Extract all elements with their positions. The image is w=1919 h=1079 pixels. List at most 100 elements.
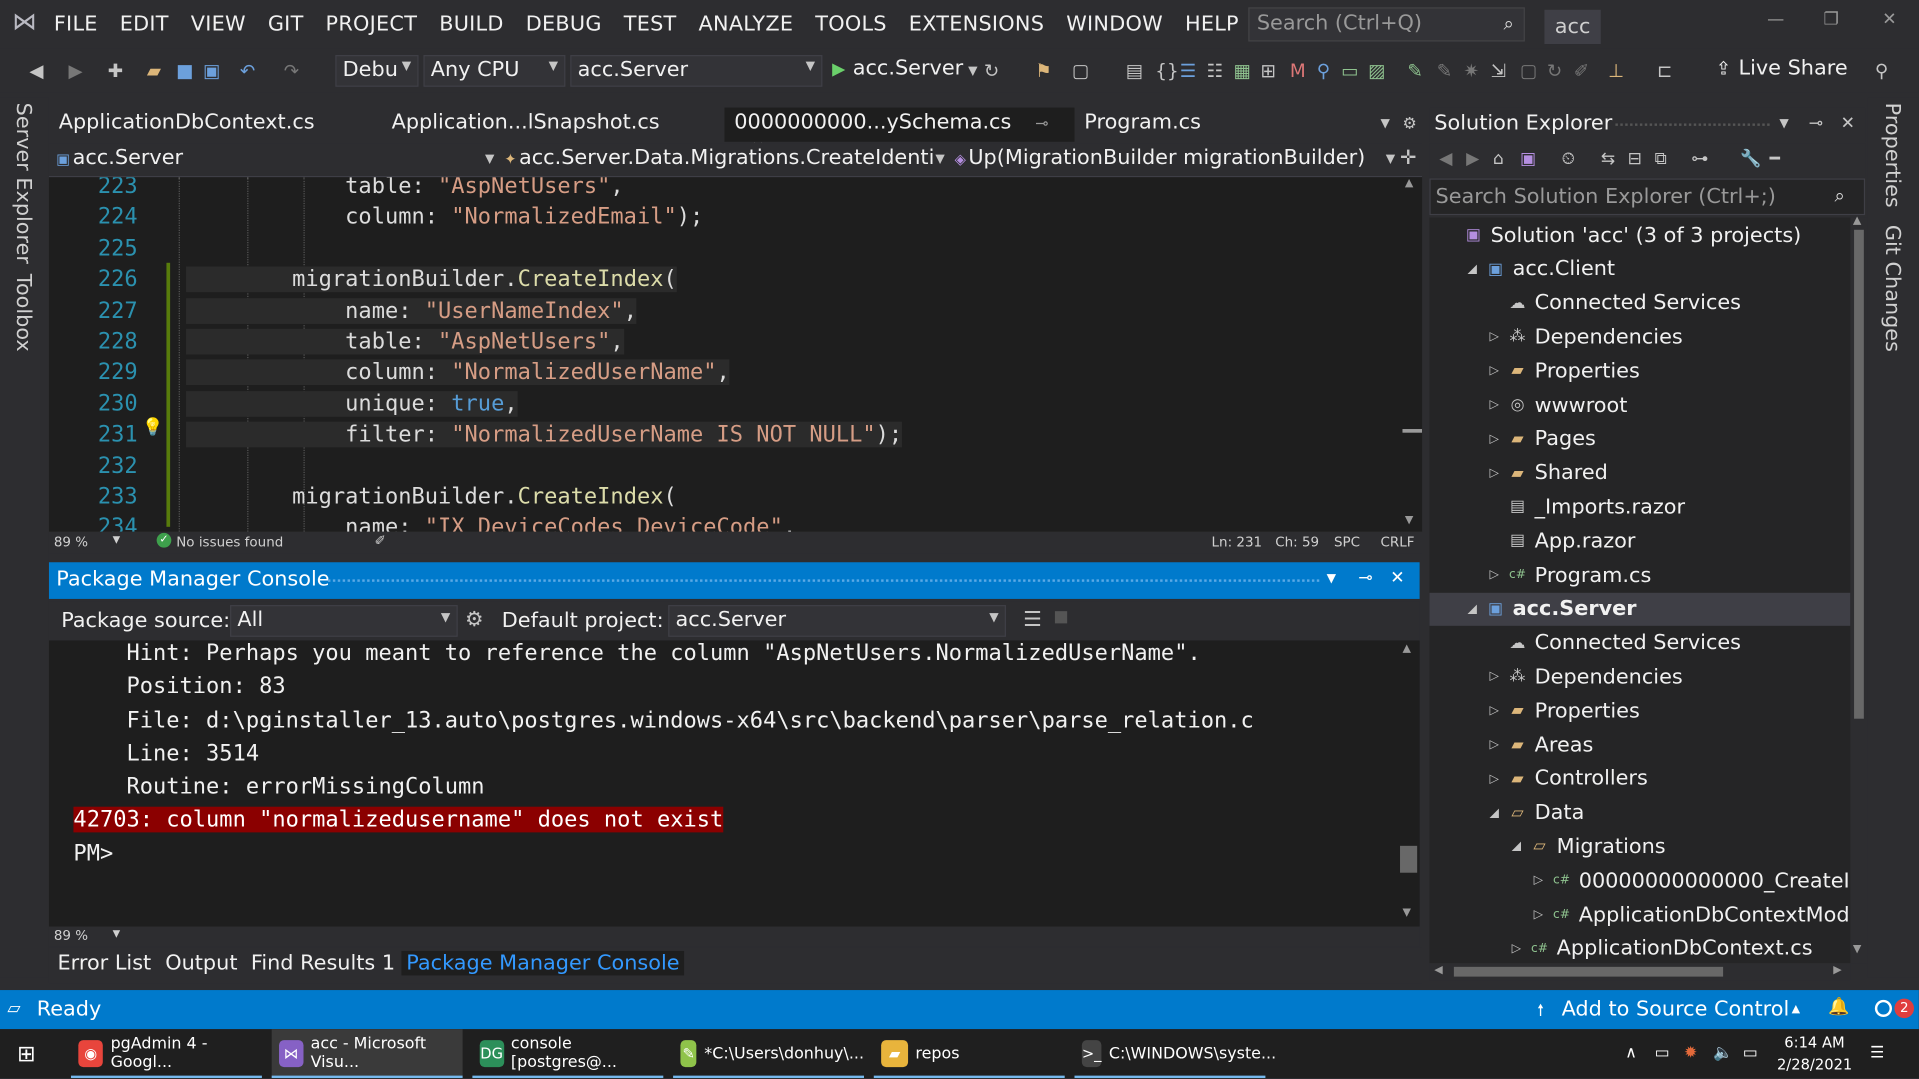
default-project-select[interactable]: acc.Server ▼	[668, 605, 1006, 637]
toggle-breakpoint-icon[interactable]: ▤	[1126, 60, 1143, 82]
pin-icon[interactable]: ⊸	[1809, 114, 1823, 134]
collapse-all-icon[interactable]: ⊟	[1628, 149, 1642, 169]
tab-application-snapshot[interactable]: Application...lSnapshot.cs	[382, 108, 720, 142]
maximize-icon[interactable]: ❐	[1823, 10, 1838, 30]
tree-node[interactable]: ▷ ▰ Properties	[1483, 355, 1640, 388]
switch-views-icon[interactable]: ▣	[1520, 149, 1536, 169]
notification-count-badge[interactable]: 2	[1894, 998, 1915, 1019]
preview-icon[interactable]: ━	[1770, 149, 1780, 169]
menu-tools[interactable]: TOOLS	[815, 12, 886, 36]
action-center-icon[interactable]: ☰	[1870, 1044, 1884, 1062]
tree-vertical-scrollbar[interactable]: ▲ ▼	[1850, 215, 1868, 964]
stop-icon[interactable]	[1054, 611, 1068, 624]
toolbox-tab[interactable]: Toolbox	[11, 274, 35, 352]
tree-node[interactable]: ▷ c# 00000000000000_CreateIde	[1527, 864, 1851, 897]
settings-gear-icon[interactable]: ⚙	[1402, 115, 1416, 133]
code-line[interactable]: table: "AspNetUsers",	[186, 328, 624, 355]
forward-icon[interactable]: ▶	[69, 60, 83, 82]
startup-project-select[interactable]: acc.Server ▼	[570, 55, 823, 87]
braces-icon[interactable]: {}	[1155, 60, 1178, 82]
bookmark-icon[interactable]: ▦	[1234, 60, 1251, 82]
visual-studio-logo-icon[interactable]: ⋈	[12, 7, 41, 34]
collapsed-arrow-icon[interactable]: ▷	[1483, 568, 1505, 581]
code-line[interactable]: column: "NormalizedUserName",	[186, 359, 730, 386]
taskbar-app[interactable]: ◉ pgAdmin 4 - Googl...	[70, 1029, 262, 1079]
live-share-button[interactable]: ⇪ Live Share	[1716, 56, 1848, 80]
code-line[interactable]: name: "IX_DeviceCodes_DeviceCode",	[186, 515, 796, 532]
back-icon[interactable]: ◀	[1439, 149, 1452, 169]
align-icon[interactable]: ⊥	[1608, 60, 1624, 82]
add-to-source-control-button[interactable]: Add to Source Control	[1562, 997, 1790, 1021]
menu-analyze[interactable]: ANALYZE	[699, 12, 794, 36]
tab-program-cs[interactable]: Program.cs	[1074, 108, 1270, 142]
step-icon[interactable]: ▢	[1072, 60, 1089, 82]
clock-time[interactable]: 6:14 AM	[1784, 1034, 1844, 1051]
git-changes-tab[interactable]: Git Changes	[1880, 225, 1904, 352]
quick-launch-search[interactable]: Search (Ctrl+Q) ⌕	[1248, 7, 1525, 42]
export-icon[interactable]: ⇲	[1491, 60, 1506, 82]
editor-zoom-select[interactable]: 89 %	[54, 534, 88, 550]
new-project-icon[interactable]: ✚	[108, 60, 123, 82]
pending-changes-icon[interactable]: ⏲	[1562, 149, 1575, 169]
collapsed-arrow-icon[interactable]: ▷	[1527, 874, 1549, 887]
member-nav-select[interactable]: ◈ Up(MigrationBuilder migrationBuilder) ▼	[955, 145, 1396, 174]
markdown-icon[interactable]: M	[1290, 60, 1306, 82]
expanded-arrow-icon[interactable]: ◢	[1461, 602, 1483, 615]
volume-muted-icon[interactable]: 🔈	[1713, 1044, 1733, 1062]
expanded-arrow-icon[interactable]: ◢	[1483, 806, 1505, 819]
scroll-up-icon[interactable]: ▲	[1405, 177, 1413, 189]
taskbar-app[interactable]: ⋈ acc - Microsoft Visu...	[271, 1029, 463, 1079]
brush-icon[interactable]: ✐	[1574, 60, 1589, 82]
menu-debug[interactable]: DEBUG	[526, 12, 602, 36]
image-icon[interactable]: ▨	[1368, 60, 1385, 82]
tree-node[interactable]: ▤ App.razor	[1483, 525, 1635, 558]
tab-list-chevron-icon[interactable]: ▼	[1380, 117, 1389, 130]
tree-node[interactable]: ◢ ▱ Data	[1483, 796, 1585, 829]
pin-icon[interactable]: ⊸	[1358, 568, 1372, 588]
panel-menu-chevron-icon[interactable]: ▼	[1779, 117, 1788, 130]
pin-icon[interactable]: ⊸	[1035, 115, 1048, 133]
clear-console-icon[interactable]: ☰	[1023, 607, 1042, 631]
tree-node[interactable]: ▷ ▰ Pages	[1483, 423, 1596, 456]
tray-chevron-up-icon[interactable]: ∧	[1625, 1044, 1637, 1062]
save-all-icon[interactable]: ▣	[203, 60, 220, 82]
brush-icon[interactable]: ✐	[374, 533, 385, 549]
battery-icon[interactable]: ▭	[1655, 1044, 1670, 1062]
tab-package-manager-console[interactable]: Package Manager Console	[401, 950, 685, 976]
format-icon[interactable]: ⊞	[1261, 60, 1276, 82]
tray-app-icon[interactable]: ✹	[1684, 1044, 1697, 1062]
start-debugging-button[interactable]: ▶ acc.Server ▼	[832, 56, 977, 80]
menu-build[interactable]: BUILD	[439, 12, 503, 36]
taskbar-app[interactable]: ✎ *C:\Users\donhuy\...	[673, 1029, 865, 1079]
tab-error-list[interactable]: Error List	[58, 951, 152, 975]
scroll-down-icon[interactable]: ▼	[1405, 515, 1413, 527]
menu-edit[interactable]: EDIT	[120, 12, 169, 36]
collapsed-arrow-icon[interactable]: ▷	[1483, 704, 1505, 717]
rotate-icon[interactable]: ↻	[1547, 60, 1562, 82]
home-icon[interactable]: ⌂	[1493, 149, 1504, 169]
layout-icon[interactable]: ⊏	[1657, 60, 1672, 82]
type-nav-select[interactable]: ✦ acc.Server.Data.Migrations.CreateIdenti…	[504, 145, 945, 174]
code-line[interactable]: table: "AspNetUsers",	[186, 177, 624, 199]
tree-node[interactable]: ▷ c# Program.cs	[1483, 559, 1652, 592]
scroll-up-icon[interactable]: ▲	[1402, 643, 1410, 655]
uncomment-icon[interactable]: ☷	[1207, 60, 1223, 82]
whitespace-mode[interactable]: SPC	[1334, 534, 1360, 550]
solution-explorer-search[interactable]: Search Solution Explorer (Ctrl+;) ⌕	[1429, 178, 1866, 216]
collapsed-arrow-icon[interactable]: ▷	[1483, 772, 1505, 785]
clock-date[interactable]: 2/28/2021	[1777, 1056, 1852, 1073]
pen-icon[interactable]: ✎	[1407, 60, 1422, 82]
taskbar-app[interactable]: >_ C:\WINDOWS\syste...	[1074, 1029, 1276, 1079]
tree-node[interactable]: ◢ ▣ acc.Server	[1429, 592, 1851, 626]
tree-node[interactable]: ☁ Connected Services	[1483, 287, 1741, 320]
tree-node[interactable]: ▷ ⁂ Dependencies	[1483, 321, 1683, 354]
code-line[interactable]: filter: "NormalizedUserName IS NOT NULL"…	[186, 421, 903, 448]
collapsed-arrow-icon[interactable]: ▷	[1505, 942, 1527, 955]
issues-status[interactable]: No issues found	[176, 534, 283, 550]
tree-node[interactable]: ▷ c# ApplicationDbContext.cs	[1505, 932, 1813, 963]
console-vertical-scrollbar[interactable]: ▲ ▼	[1397, 640, 1420, 927]
drag-grip[interactable]	[1615, 123, 1770, 126]
line-endings[interactable]: CRLF	[1380, 534, 1414, 550]
hierarchy-icon[interactable]: ⊶	[1691, 149, 1708, 169]
taskbar-app[interactable]: DG console [postgres@...	[472, 1029, 664, 1079]
